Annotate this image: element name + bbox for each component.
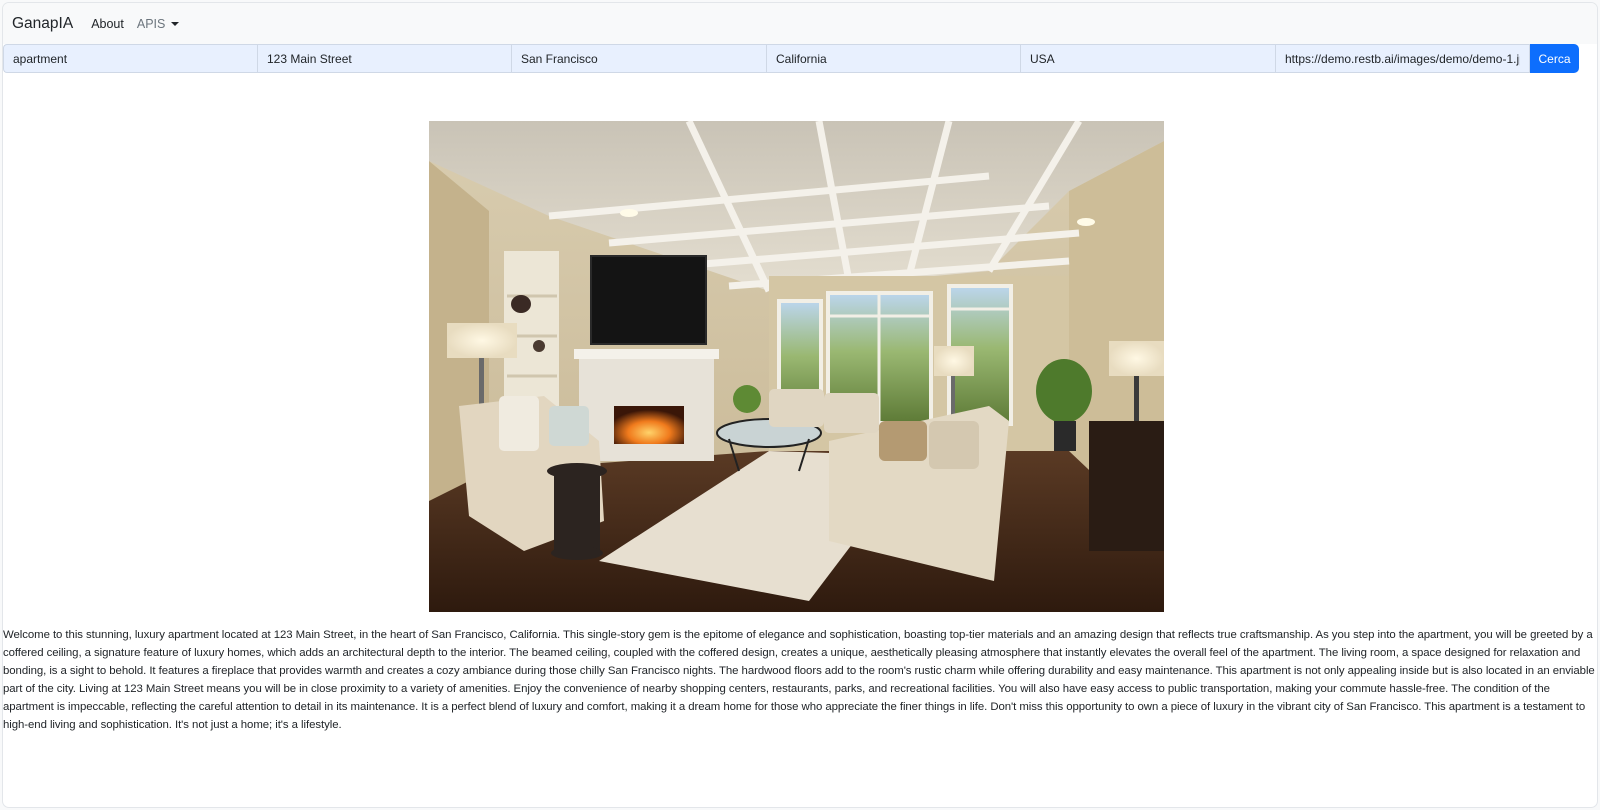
state-input[interactable] [766, 44, 1020, 73]
caret-down-icon [171, 21, 180, 26]
navbar: GanapIA About APIS [3, 3, 1597, 44]
city-input[interactable] [511, 44, 766, 73]
image-url-input[interactable] [1275, 44, 1530, 73]
search-button[interactable]: Cerca [1530, 44, 1579, 73]
page-frame: GanapIA About APIS Cerca [3, 3, 1597, 807]
photo-floor-lamp-left [447, 323, 517, 358]
photo-ceiling-light [620, 209, 638, 217]
photo-plant [1036, 359, 1092, 423]
nav-apis-dropdown[interactable]: APIS [137, 17, 180, 31]
property-description: Welcome to this stunning, luxury apartme… [3, 629, 1595, 731]
photo-tv [590, 255, 707, 345]
photo-floor-lamp [934, 346, 974, 376]
photo-console-table [1089, 421, 1164, 551]
photo-fireplace-fire [614, 406, 684, 444]
photo-table-lamp [1109, 341, 1164, 376]
photo-side-table [547, 463, 607, 560]
property-type-input[interactable] [3, 44, 257, 73]
country-input[interactable] [1020, 44, 1275, 73]
photo-ceiling-light [1077, 218, 1095, 226]
nav-apis-label: APIS [136, 16, 166, 31]
search-form: Cerca [3, 44, 1597, 73]
street-input[interactable] [257, 44, 511, 73]
nav-about-link[interactable]: About [91, 17, 124, 31]
property-photo [429, 121, 1164, 612]
brand-logo[interactable]: GanapIA [12, 15, 73, 33]
